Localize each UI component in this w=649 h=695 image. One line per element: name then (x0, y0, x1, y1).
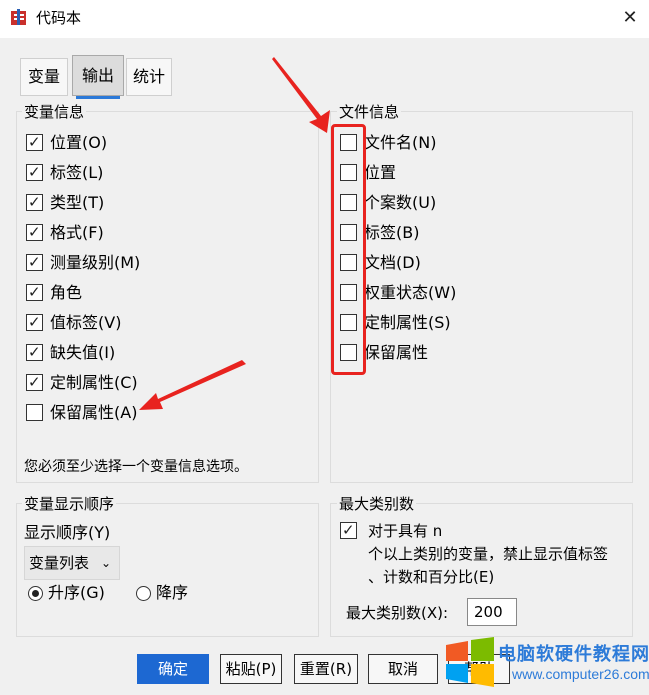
paste-button[interactable]: 粘贴(P) (220, 654, 282, 684)
checkbox-label: 角色 (50, 283, 83, 302)
checkbox-label: 类型(T) (50, 193, 105, 212)
radio-ascending[interactable] (28, 586, 43, 601)
title-bar (0, 0, 649, 38)
tab-statistics[interactable]: 统计 (126, 58, 172, 96)
checkbox-label: 文件名(N) (364, 133, 437, 152)
ok-button[interactable]: 确定 (137, 654, 209, 684)
close-icon[interactable]: ✕ (620, 8, 640, 28)
watermark-title: 电脑软硬件教程网 (498, 644, 649, 665)
suppress-text-line1: 对于具有 n (368, 522, 443, 540)
check-icon: ✓ (28, 223, 41, 241)
radio-label: 降序 (156, 583, 189, 602)
windows-logo-icon (446, 637, 494, 687)
reset-button[interactable]: 重置(R) (294, 654, 358, 684)
check-icon: ✓ (28, 133, 41, 151)
order-field-label: 显示顺序(Y) (24, 523, 111, 542)
checkbox-suppress-labels[interactable]: ✓ (340, 521, 357, 539)
checkbox-label: 测量级别(M) (50, 253, 141, 272)
suppress-text-line3: 、计数和百分比(E) (368, 568, 495, 586)
tab-output[interactable]: 输出 (72, 55, 124, 96)
check-icon: ✓ (28, 253, 41, 271)
checkbox-label: 缺失值(I) (50, 343, 116, 362)
order-select-value: 变量列表 (29, 554, 90, 572)
tab-variables[interactable]: 变量 (20, 58, 68, 96)
checkbox-label: 位置 (364, 163, 397, 182)
active-tab-indicator (76, 96, 120, 99)
check-icon: ✓ (28, 373, 41, 391)
checkbox-type[interactable]: ✓ (26, 193, 43, 211)
annotation-highlight-box (331, 124, 366, 375)
max-count-input[interactable]: 200 (467, 598, 517, 626)
suppress-text-line2: 个以上类别的变量，禁止显示值标签 (368, 545, 609, 563)
check-icon: ✓ (28, 163, 41, 181)
app-icon (11, 9, 26, 25)
checkbox-reserved-attributes[interactable] (26, 404, 43, 421)
check-icon: ✓ (342, 521, 355, 539)
cancel-button[interactable]: 取消 (368, 654, 438, 684)
checkbox-role[interactable]: ✓ (26, 283, 43, 301)
watermark-url: www.computer26.com (512, 666, 649, 682)
check-icon: ✓ (28, 193, 41, 211)
checkbox-label: 格式(F) (50, 223, 104, 242)
checkbox-format[interactable]: ✓ (26, 223, 43, 241)
max-count-label: 最大类别数(X): (346, 604, 449, 622)
file-info-label: 文件信息 (337, 103, 402, 121)
checkbox-label: 标签(L) (50, 163, 104, 182)
check-icon: ✓ (28, 313, 41, 331)
check-icon: ✓ (28, 343, 41, 361)
checkbox-label: 标签(B) (364, 223, 420, 242)
checkbox-label-var[interactable]: ✓ (26, 163, 43, 181)
window-title: 代码本 (36, 9, 82, 27)
chevron-down-icon: ⌄ (100, 556, 111, 570)
checkbox-label: 个案数(U) (364, 193, 437, 212)
radio-descending[interactable] (136, 586, 151, 601)
checkbox-label: 权重状态(W) (364, 283, 457, 302)
checkbox-position[interactable]: ✓ (26, 133, 43, 151)
radio-label: 升序(G) (48, 583, 105, 602)
checkbox-label: 文档(D) (364, 253, 421, 272)
order-select[interactable]: 变量列表 ⌄ (24, 546, 120, 580)
check-icon: ✓ (28, 283, 41, 301)
checkbox-label: 位置(O) (50, 133, 108, 152)
max-categories-label: 最大类别数 (337, 495, 417, 513)
checkbox-label: 保留属性(A) (50, 403, 138, 422)
display-order-label: 变量显示顺序 (22, 495, 117, 513)
radio-dot (32, 590, 39, 597)
checkbox-measurement-level[interactable]: ✓ (26, 253, 43, 271)
checkbox-label: 保留属性 (364, 343, 429, 362)
checkbox-value-labels[interactable]: ✓ (26, 313, 43, 331)
checkbox-missing-values[interactable]: ✓ (26, 343, 43, 361)
variable-info-note: 您必须至少选择一个变量信息选项。 (24, 459, 248, 475)
variable-info-label: 变量信息 (22, 103, 87, 121)
checkbox-label: 值标签(V) (50, 313, 122, 332)
checkbox-custom-attributes[interactable]: ✓ (26, 373, 43, 391)
checkbox-label: 定制属性(S) (364, 313, 451, 332)
checkbox-label: 定制属性(C) (50, 373, 138, 392)
